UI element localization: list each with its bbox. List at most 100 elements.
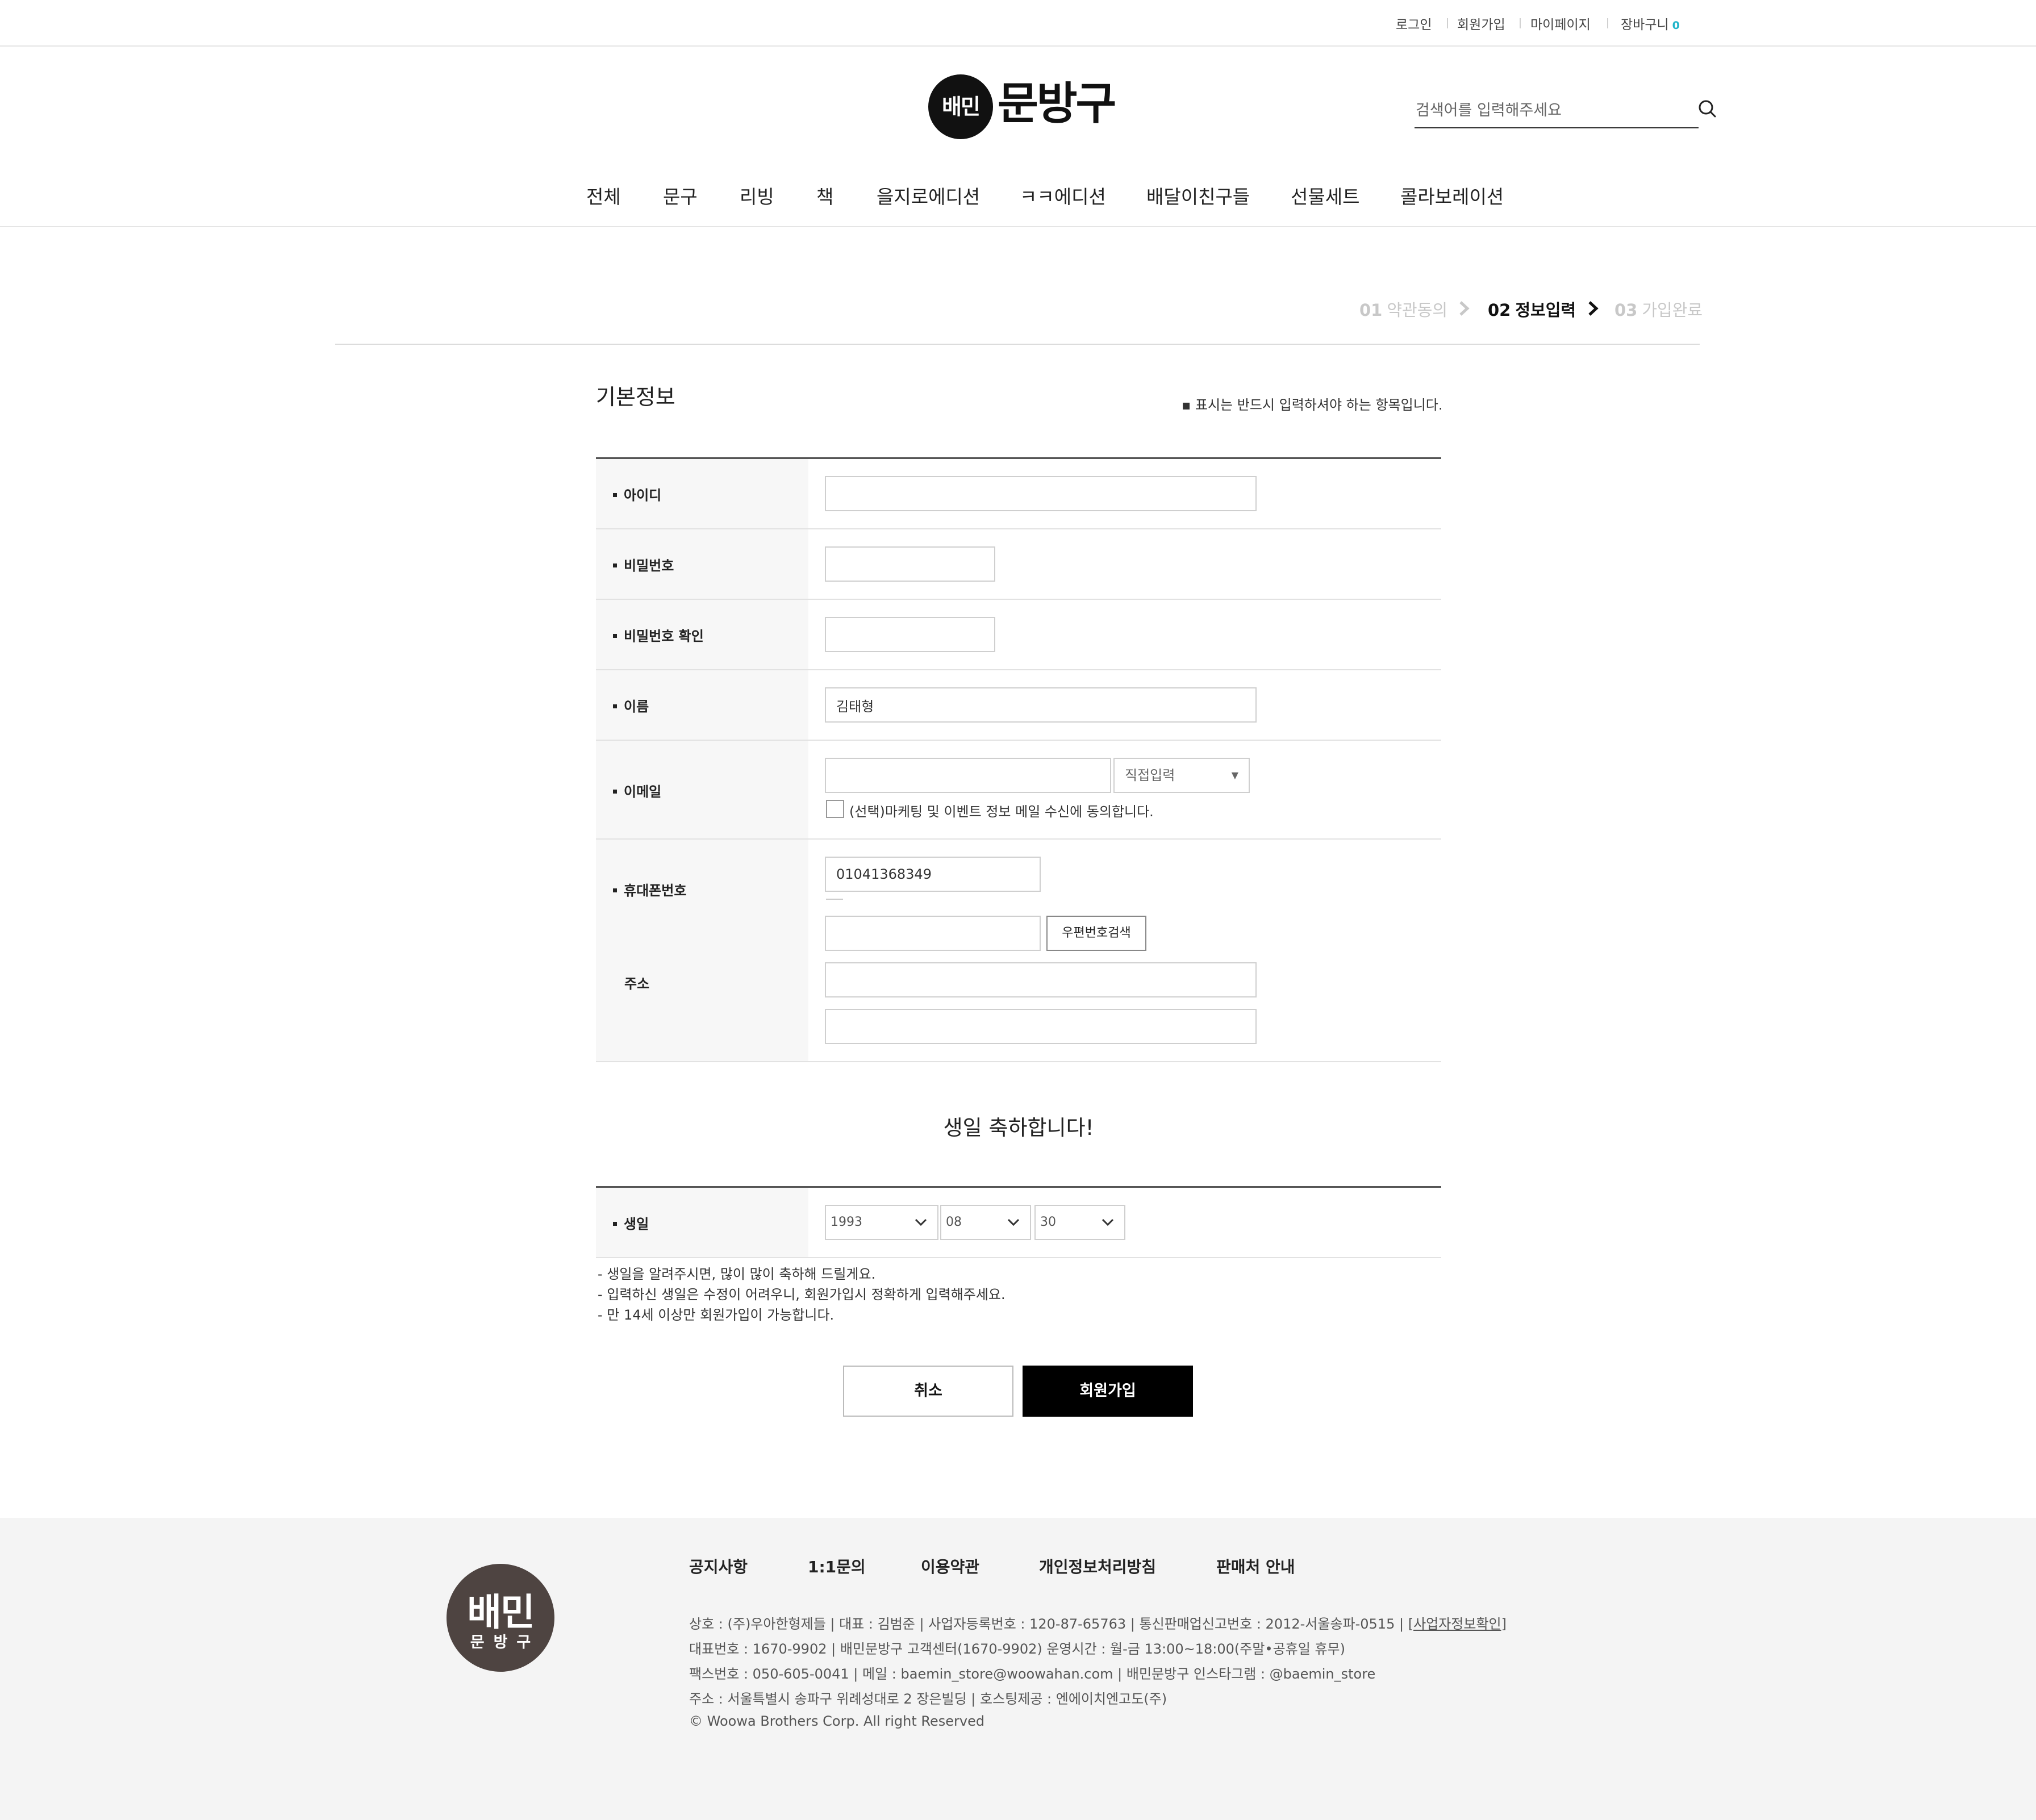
required-marker <box>613 1221 617 1226</box>
birth-month-value: 08 <box>946 1215 962 1229</box>
password-label: 비밀번호 <box>624 558 674 574</box>
phone-label: 휴대폰번호 <box>624 883 687 899</box>
address-detail-input[interactable] <box>825 1009 1257 1044</box>
logo-text[interactable]: 문방구 <box>998 73 1116 135</box>
footer-company-info: 상호 : (주)우아한형제들 | 대표 : 김범준 | 사업자등록번호 : 12… <box>689 1613 1507 1633</box>
footer-logo-line1: 배민 <box>467 1591 535 1634</box>
nav-item-living[interactable]: 리빙 <box>740 182 774 209</box>
search-icon[interactable] <box>1696 98 1719 120</box>
divider <box>1520 18 1521 28</box>
divider <box>1607 18 1608 28</box>
main-nav: 전체 문구 리빙 책 을지로에디션 ㅋㅋ에디션 배달이친구들 선물세트 콜라보레… <box>0 170 2036 227</box>
form-row-id: 아이디 <box>596 459 1441 529</box>
nav-item-collaboration[interactable]: 콜라보레이션 <box>1400 182 1504 209</box>
birth-year-select[interactable]: 1993 <box>825 1205 938 1240</box>
birthday-title: 생일 축하합니다! <box>943 1116 1094 1140</box>
birth-year-value: 1993 <box>831 1215 862 1229</box>
birth-day-select[interactable]: 30 <box>1034 1205 1125 1240</box>
marketing-consent-label: (선택)마케팅 및 이벤트 정보 메일 수신에 동의합니다. <box>849 804 1154 820</box>
footer-logo[interactable]: 배민 문방구 <box>447 1564 554 1672</box>
required-marker <box>613 492 617 497</box>
phone-input[interactable] <box>825 857 1041 892</box>
footer-link-notice[interactable]: 공지사항 <box>689 1555 748 1577</box>
birthday-note: - 만 14세 이상만 회원가입이 가능합니다. <box>598 1307 835 1323</box>
password-confirm-label: 비밀번호 확인 <box>624 628 704 644</box>
chevron-right-icon <box>1459 301 1470 316</box>
nav-item-gift-set[interactable]: 선물세트 <box>1291 182 1359 209</box>
step-label: 약관동의 <box>1387 300 1448 320</box>
step-number: 02 <box>1488 300 1511 320</box>
required-marker <box>613 888 617 892</box>
birthday-form: 생일 1993 08 30 <box>596 1186 1441 1258</box>
step-label: 정보입력 <box>1515 300 1576 320</box>
email-domain-select[interactable]: 직접입력 ▼ <box>1113 758 1250 793</box>
divider <box>826 899 843 900</box>
nav-item-all[interactable]: 전체 <box>586 182 621 209</box>
nav-item-stationery[interactable]: 문구 <box>663 182 698 209</box>
required-marker <box>613 633 617 638</box>
id-input[interactable] <box>825 476 1257 511</box>
required-marker <box>613 789 617 794</box>
zipcode-search-button[interactable]: 우편번호검색 <box>1046 916 1146 951</box>
step-number: 01 <box>1359 300 1383 320</box>
address-label: 주소 <box>624 976 650 992</box>
logo-badge[interactable]: 배민 <box>928 74 993 139</box>
cart-count-badge: 0 <box>1672 19 1680 32</box>
address-input[interactable] <box>825 962 1257 997</box>
birth-month-select[interactable]: 08 <box>940 1205 1031 1240</box>
password-confirm-input[interactable] <box>825 617 995 652</box>
top-utility-bar: 로그인 회원가입 마이페이지 장바구니 0 <box>0 0 2036 47</box>
chevron-down-icon <box>915 1218 927 1226</box>
birthday-notes: - 생일을 알려주시면, 많이 많이 축하해 드릴게요. - 입력하신 생일은 … <box>598 1264 1006 1325</box>
chevron-right-icon <box>1588 301 1599 316</box>
nav-item-kk-edition[interactable]: ㅋㅋ에디션 <box>1020 182 1106 209</box>
form-row-password-confirm: 비밀번호 확인 <box>596 600 1441 670</box>
footer-copyright: © Woowa Brothers Corp. All right Reserve… <box>689 1713 985 1729</box>
nav-item-books[interactable]: 책 <box>816 182 833 209</box>
form-row-password: 비밀번호 <box>596 529 1441 600</box>
cancel-button[interactable]: 취소 <box>843 1366 1013 1417</box>
required-marker <box>613 704 617 708</box>
step-terms: 01 약관동의 <box>1359 297 1447 321</box>
signup-form: 아이디 비밀번호 비밀번호 확인 이름 이메일 직접입력 ▼ <box>596 457 1441 1062</box>
form-row-birthday: 생일 1993 08 30 <box>596 1188 1441 1258</box>
marketing-consent-checkbox[interactable] <box>826 800 844 818</box>
footer-link-terms[interactable]: 이용약관 <box>921 1555 979 1577</box>
cart-link[interactable]: 장바구니 0 <box>1621 14 1680 33</box>
mypage-link[interactable]: 마이페이지 <box>1530 14 1591 33</box>
birthday-note: - 입력하신 생일은 수정이 어려우니, 회원가입시 정확하게 입력해주세요. <box>598 1287 1006 1303</box>
chevron-down-icon <box>1102 1218 1114 1226</box>
required-marker <box>613 563 617 567</box>
signup-link[interactable]: 회원가입 <box>1457 14 1505 33</box>
step-number: 03 <box>1614 300 1638 320</box>
footer-info-line: 대표번호 : 1670-9902 | 배민문방구 고객센터(1670-9902)… <box>689 1641 1345 1657</box>
zipcode-input[interactable] <box>825 916 1041 951</box>
password-input[interactable] <box>825 546 995 582</box>
cart-label: 장바구니 <box>1621 18 1669 32</box>
join-button[interactable]: 회원가입 <box>1023 1366 1193 1417</box>
search-input[interactable] <box>1415 93 1699 128</box>
business-info-link[interactable]: [사업자정보확인] <box>1408 1616 1507 1632</box>
name-label: 이름 <box>624 699 649 715</box>
section-title: 기본정보 <box>596 385 675 410</box>
login-link[interactable]: 로그인 <box>1396 14 1432 33</box>
chevron-down-icon <box>1007 1218 1020 1226</box>
email-domain-value: 직접입력 <box>1125 767 1175 783</box>
footer-link-privacy[interactable]: 개인정보처리방침 <box>1039 1555 1156 1577</box>
footer-link-sellers[interactable]: 판매처 안내 <box>1216 1555 1295 1577</box>
footer-logo-line2: 문방구 <box>470 1634 540 1651</box>
birthday-label: 생일 <box>624 1216 649 1232</box>
email-input[interactable] <box>825 758 1111 793</box>
footer-info-line: 상호 : (주)우아한형제들 | 대표 : 김범준 | 사업자등록번호 : 12… <box>689 1616 1404 1632</box>
name-input[interactable] <box>825 687 1257 723</box>
form-row-email: 이메일 직접입력 ▼ (선택)마케팅 및 이벤트 정보 메일 수신에 동의합니다… <box>596 741 1441 840</box>
step-label: 가입완료 <box>1642 300 1703 320</box>
form-row-phone-address: 휴대폰번호 주소 우편번호검색 <box>596 840 1441 1062</box>
nav-item-baedali-friends[interactable]: 배달이친구들 <box>1146 182 1250 209</box>
step-complete: 03 가입완료 <box>1614 297 1703 321</box>
required-note: ▪ 표시는 반드시 입력하셔야 하는 항목입니다. <box>1182 397 1443 413</box>
divider <box>1447 18 1448 28</box>
birth-day-value: 30 <box>1040 1215 1056 1229</box>
footer-link-inquiry[interactable]: 1:1문의 <box>808 1555 866 1577</box>
nav-item-euljiro-edition[interactable]: 을지로에디션 <box>877 182 980 209</box>
